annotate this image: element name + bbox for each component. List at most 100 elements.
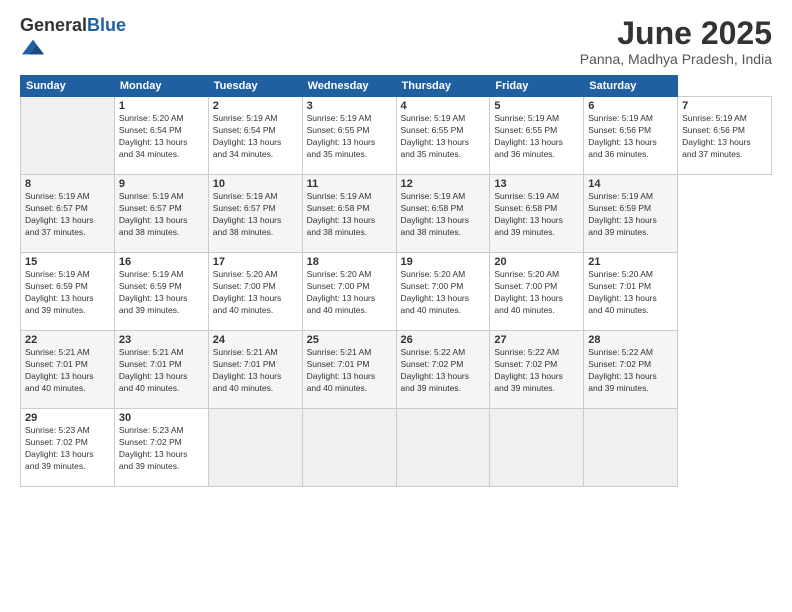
- day-number: 29: [25, 412, 110, 424]
- day-info: Sunrise: 5:20 AMSunset: 7:00 PMDaylight:…: [307, 269, 392, 317]
- day-cell-0-4: 4 Sunrise: 5:19 AMSunset: 6:55 PMDayligh…: [396, 97, 490, 175]
- day-cell-3-0: 22 Sunrise: 5:21 AMSunset: 7:01 PMDaylig…: [21, 331, 115, 409]
- day-info: Sunrise: 5:19 AMSunset: 6:57 PMDaylight:…: [119, 191, 204, 239]
- day-info: Sunrise: 5:22 AMSunset: 7:02 PMDaylight:…: [588, 347, 673, 395]
- header-row: Sunday Monday Tuesday Wednesday Thursday…: [21, 76, 772, 97]
- day-cell-2-3: 18 Sunrise: 5:20 AMSunset: 7:00 PMDaylig…: [302, 253, 396, 331]
- day-cell-2-0: 15 Sunrise: 5:19 AMSunset: 6:59 PMDaylig…: [21, 253, 115, 331]
- day-info: Sunrise: 5:21 AMSunset: 7:01 PMDaylight:…: [25, 347, 110, 395]
- day-number: 27: [494, 334, 579, 346]
- day-cell-3-4: 26 Sunrise: 5:22 AMSunset: 7:02 PMDaylig…: [396, 331, 490, 409]
- day-cell-4-1: 30 Sunrise: 5:23 AMSunset: 7:02 PMDaylig…: [114, 409, 208, 487]
- logo-general-text: General: [20, 15, 87, 35]
- day-cell-4-3: [302, 409, 396, 487]
- header-friday: Friday: [490, 76, 584, 97]
- day-number: 23: [119, 334, 204, 346]
- day-cell-1-6: 14 Sunrise: 5:19 AMSunset: 6:59 PMDaylig…: [584, 175, 678, 253]
- day-info: Sunrise: 5:23 AMSunset: 7:02 PMDaylight:…: [119, 425, 204, 473]
- day-cell-2-6: 21 Sunrise: 5:20 AMSunset: 7:01 PMDaylig…: [584, 253, 678, 331]
- day-number: 30: [119, 412, 204, 424]
- day-info: Sunrise: 5:19 AMSunset: 6:58 PMDaylight:…: [401, 191, 486, 239]
- day-cell-1-5: 13 Sunrise: 5:19 AMSunset: 6:58 PMDaylig…: [490, 175, 584, 253]
- day-cell-2-1: 16 Sunrise: 5:19 AMSunset: 6:59 PMDaylig…: [114, 253, 208, 331]
- day-number: 13: [494, 178, 579, 190]
- day-cell-0-5: 5 Sunrise: 5:19 AMSunset: 6:55 PMDayligh…: [490, 97, 584, 175]
- day-cell-0-1: 1 Sunrise: 5:20 AMSunset: 6:54 PMDayligh…: [114, 97, 208, 175]
- day-cell-1-3: 11 Sunrise: 5:19 AMSunset: 6:58 PMDaylig…: [302, 175, 396, 253]
- header-sunday: Sunday: [21, 76, 115, 97]
- day-number: 22: [25, 334, 110, 346]
- day-cell-3-1: 23 Sunrise: 5:21 AMSunset: 7:01 PMDaylig…: [114, 331, 208, 409]
- day-cell-4-4: [396, 409, 490, 487]
- week-row-1: 8 Sunrise: 5:19 AMSunset: 6:57 PMDayligh…: [21, 175, 772, 253]
- day-number: 6: [588, 100, 673, 112]
- day-number: 2: [213, 100, 298, 112]
- day-cell-1-2: 10 Sunrise: 5:19 AMSunset: 6:57 PMDaylig…: [208, 175, 302, 253]
- day-info: Sunrise: 5:19 AMSunset: 6:58 PMDaylight:…: [494, 191, 579, 239]
- day-info: Sunrise: 5:19 AMSunset: 6:54 PMDaylight:…: [213, 113, 298, 161]
- day-number: 11: [307, 178, 392, 190]
- header-tuesday: Tuesday: [208, 76, 302, 97]
- day-cell-3-6: 28 Sunrise: 5:22 AMSunset: 7:02 PMDaylig…: [584, 331, 678, 409]
- day-cell-0-0: [21, 97, 115, 175]
- day-info: Sunrise: 5:19 AMSunset: 6:56 PMDaylight:…: [682, 113, 767, 161]
- day-info: Sunrise: 5:19 AMSunset: 6:59 PMDaylight:…: [588, 191, 673, 239]
- day-cell-0-3: 3 Sunrise: 5:19 AMSunset: 6:55 PMDayligh…: [302, 97, 396, 175]
- day-cell-3-2: 24 Sunrise: 5:21 AMSunset: 7:01 PMDaylig…: [208, 331, 302, 409]
- day-info: Sunrise: 5:19 AMSunset: 6:57 PMDaylight:…: [213, 191, 298, 239]
- day-number: 16: [119, 256, 204, 268]
- week-row-2: 15 Sunrise: 5:19 AMSunset: 6:59 PMDaylig…: [21, 253, 772, 331]
- day-number: 21: [588, 256, 673, 268]
- day-number: 8: [25, 178, 110, 190]
- day-cell-3-5: 27 Sunrise: 5:22 AMSunset: 7:02 PMDaylig…: [490, 331, 584, 409]
- day-number: 18: [307, 256, 392, 268]
- day-info: Sunrise: 5:21 AMSunset: 7:01 PMDaylight:…: [307, 347, 392, 395]
- day-cell-0-2: 2 Sunrise: 5:19 AMSunset: 6:54 PMDayligh…: [208, 97, 302, 175]
- header-wednesday: Wednesday: [302, 76, 396, 97]
- day-number: 10: [213, 178, 298, 190]
- day-info: Sunrise: 5:21 AMSunset: 7:01 PMDaylight:…: [119, 347, 204, 395]
- day-number: 15: [25, 256, 110, 268]
- day-info: Sunrise: 5:22 AMSunset: 7:02 PMDaylight:…: [494, 347, 579, 395]
- day-number: 4: [401, 100, 486, 112]
- day-cell-1-1: 9 Sunrise: 5:19 AMSunset: 6:57 PMDayligh…: [114, 175, 208, 253]
- day-info: Sunrise: 5:22 AMSunset: 7:02 PMDaylight:…: [401, 347, 486, 395]
- day-cell-2-5: 20 Sunrise: 5:20 AMSunset: 7:00 PMDaylig…: [490, 253, 584, 331]
- day-cell-1-4: 12 Sunrise: 5:19 AMSunset: 6:58 PMDaylig…: [396, 175, 490, 253]
- day-cell-0-7: 7 Sunrise: 5:19 AMSunset: 6:56 PMDayligh…: [678, 97, 772, 175]
- day-cell-0-6: 6 Sunrise: 5:19 AMSunset: 6:56 PMDayligh…: [584, 97, 678, 175]
- logo-blue-text: Blue: [87, 15, 126, 35]
- day-info: Sunrise: 5:20 AMSunset: 7:00 PMDaylight:…: [494, 269, 579, 317]
- week-row-4: 29 Sunrise: 5:23 AMSunset: 7:02 PMDaylig…: [21, 409, 772, 487]
- day-cell-4-5: [490, 409, 584, 487]
- day-info: Sunrise: 5:19 AMSunset: 6:59 PMDaylight:…: [119, 269, 204, 317]
- day-info: Sunrise: 5:20 AMSunset: 6:54 PMDaylight:…: [119, 113, 204, 161]
- day-cell-4-6: [584, 409, 678, 487]
- day-info: Sunrise: 5:19 AMSunset: 6:55 PMDaylight:…: [307, 113, 392, 161]
- day-cell-3-3: 25 Sunrise: 5:21 AMSunset: 7:01 PMDaylig…: [302, 331, 396, 409]
- day-number: 3: [307, 100, 392, 112]
- day-number: 24: [213, 334, 298, 346]
- day-number: 7: [682, 100, 767, 112]
- title-block: June 2025 Panna, Madhya Pradesh, India: [580, 16, 772, 67]
- day-number: 5: [494, 100, 579, 112]
- day-info: Sunrise: 5:20 AMSunset: 7:01 PMDaylight:…: [588, 269, 673, 317]
- day-number: 12: [401, 178, 486, 190]
- calendar-subtitle: Panna, Madhya Pradesh, India: [580, 51, 772, 67]
- header-monday: Monday: [114, 76, 208, 97]
- day-number: 26: [401, 334, 486, 346]
- header-saturday: Saturday: [584, 76, 678, 97]
- logo: GeneralBlue: [20, 16, 126, 58]
- day-cell-2-2: 17 Sunrise: 5:20 AMSunset: 7:00 PMDaylig…: [208, 253, 302, 331]
- day-cell-2-4: 19 Sunrise: 5:20 AMSunset: 7:00 PMDaylig…: [396, 253, 490, 331]
- week-row-0: 1 Sunrise: 5:20 AMSunset: 6:54 PMDayligh…: [21, 97, 772, 175]
- day-info: Sunrise: 5:19 AMSunset: 6:55 PMDaylight:…: [494, 113, 579, 161]
- day-info: Sunrise: 5:19 AMSunset: 6:57 PMDaylight:…: [25, 191, 110, 239]
- day-info: Sunrise: 5:20 AMSunset: 7:00 PMDaylight:…: [213, 269, 298, 317]
- day-number: 20: [494, 256, 579, 268]
- day-cell-4-0: 29 Sunrise: 5:23 AMSunset: 7:02 PMDaylig…: [21, 409, 115, 487]
- day-number: 1: [119, 100, 204, 112]
- calendar-title: June 2025: [580, 16, 772, 51]
- calendar-table: Sunday Monday Tuesday Wednesday Thursday…: [20, 75, 772, 487]
- day-number: 9: [119, 178, 204, 190]
